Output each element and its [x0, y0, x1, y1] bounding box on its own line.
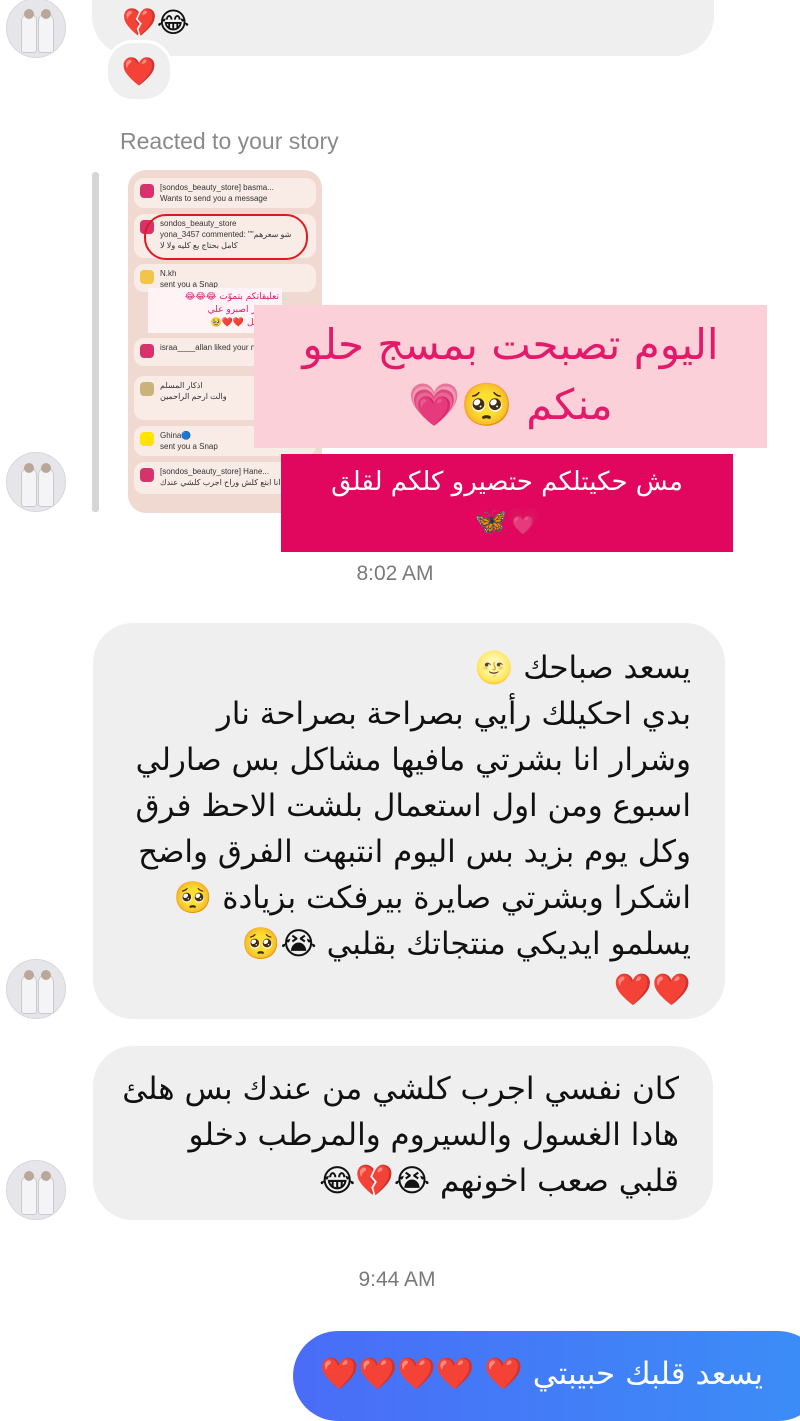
instagram-icon — [140, 184, 154, 198]
notification-title: [sondos_beauty_store] basma... — [160, 183, 274, 192]
instagram-icon — [140, 344, 154, 358]
outgoing-message-bubble[interactable]: يسعد قلبك حبيبتي ❤️ ❤️❤️❤️❤️ — [293, 1331, 800, 1421]
message-bubble[interactable]: كان نفسي اجرب كلشي من عندك بس هلئ هادا ا… — [93, 1046, 713, 1220]
story-caption-pink-text: اليوم تصبحت بمسج حلو منكم 🥺💗 — [302, 320, 719, 429]
story-notification: [sondos_beauty_store] basma... Wants to … — [134, 178, 316, 208]
story-caption-pink: اليوم تصبحت بمسج حلو منكم 🥺💗 — [254, 305, 767, 448]
instagram-icon — [140, 468, 154, 482]
avatar[interactable] — [6, 959, 66, 1019]
timestamp: 8:02 AM — [356, 562, 434, 585]
message-bubble[interactable]: يسعد صباحك 🌝 بدي احكيلك رأيي بصراحة بصرا… — [93, 623, 725, 1019]
heart-reaction-badge[interactable]: ❤️ — [105, 40, 173, 102]
timestamp: 9:44 AM — [358, 1268, 436, 1291]
highlight-circle — [144, 214, 308, 260]
message-text: كان نفسي اجرب كلشي من عندك بس هلئ هادا ا… — [122, 1071, 679, 1199]
snapchat-icon — [140, 432, 154, 446]
story-caption-magenta-text: مش حكيتلكم حتصيرو كلكم لقلق 💗🦋 — [331, 467, 683, 537]
app-icon — [140, 382, 154, 396]
notification-body: Wants to send you a message — [160, 194, 268, 203]
outgoing-message-text: يسعد قلبك حبيبتي ❤️ ❤️❤️❤️❤️ — [320, 1356, 763, 1392]
message-text: يسعد صباحك 🌝 بدي احكيلك رأيي بصراحة بصرا… — [135, 650, 692, 1008]
previous-message-bubble[interactable]: 💔😂 — [92, 0, 714, 56]
avatar[interactable] — [6, 0, 66, 58]
profile-icon — [140, 270, 154, 284]
story-caption-magenta: مش حكيتلكم حتصيرو كلكم لقلق 💗🦋 — [281, 454, 733, 552]
notification-title: N.kh — [160, 269, 177, 278]
avatar[interactable] — [6, 1160, 66, 1220]
story-reaction-label: Reacted to your story — [120, 128, 339, 154]
story-reply-bar — [92, 172, 99, 512]
avatar[interactable] — [6, 452, 66, 512]
